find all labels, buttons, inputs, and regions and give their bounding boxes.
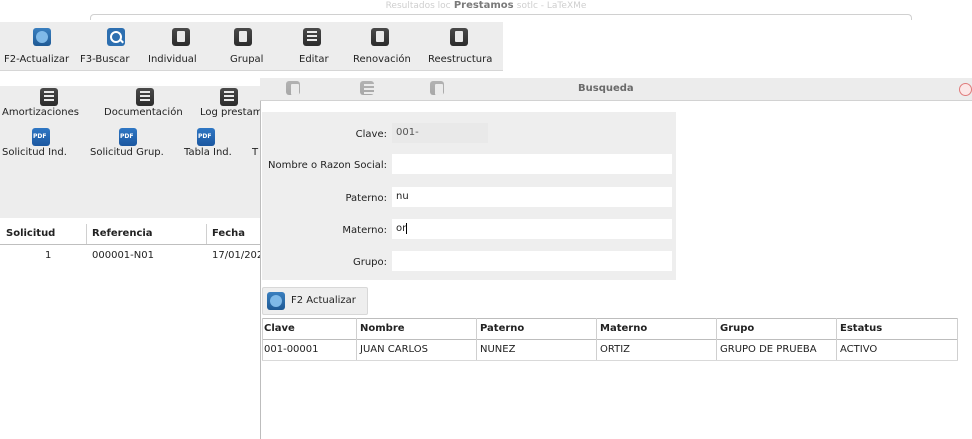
solicitud-grup-button[interactable]: Solicitud Grup.: [88, 126, 166, 162]
f2-refresh-label: F2 Actualizar: [291, 295, 356, 306]
column-solicitud[interactable]: Solicitud: [6, 228, 55, 239]
edit-button[interactable]: Editar: [286, 22, 336, 70]
list-icon: [360, 81, 374, 95]
materno-label: Materno:: [342, 225, 387, 236]
solicitud-ind-button[interactable]: Solicitud Ind.: [0, 126, 78, 162]
window-title-suffix: sotlc - LaTeXMe: [516, 1, 587, 11]
pdf-icon: [119, 128, 137, 146]
solicitud-grup-label: Solicitud Grup.: [90, 147, 164, 158]
column-divider: [206, 224, 207, 244]
amortizaciones-label: Amortizaciones: [2, 107, 79, 118]
renovacion-button-label: Renovación: [353, 54, 411, 65]
grupal-button-label: Grupal: [230, 54, 264, 65]
nombre-label: Nombre o Razon Social:: [268, 160, 387, 171]
tabla-ind-button[interactable]: Tabla Ind.: [180, 126, 240, 162]
table-cell-fecha[interactable]: 17/01/2020: [212, 250, 262, 261]
log-prestamo-label: Log prestamo: [200, 107, 262, 118]
solicitud-ind-label: Solicitud Ind.: [2, 147, 67, 158]
refresh-button-label: F2-Actualizar: [4, 54, 70, 65]
close-icon[interactable]: [959, 83, 972, 96]
toolbar-area: [0, 172, 262, 218]
nombre-input[interactable]: [392, 154, 672, 174]
tabla-grup-label: T: [252, 147, 259, 158]
individual-button-label: Individual: [148, 54, 197, 65]
column-divider: [86, 224, 87, 244]
window-title-main: Prestamos: [453, 0, 514, 11]
search-button[interactable]: F3-Buscar: [78, 22, 140, 70]
amortizaciones-button[interactable]: Amortizaciones: [0, 86, 90, 122]
renovacion-button[interactable]: Renovación: [348, 22, 412, 70]
document-icon: [450, 28, 468, 46]
paterno-input[interactable]: nu: [392, 187, 672, 207]
refresh-icon: [267, 292, 285, 310]
tabla-ind-label: Tabla Ind.: [184, 147, 232, 158]
list-icon: [136, 88, 154, 106]
document-icon: [371, 28, 389, 46]
clave-label: Clave:: [355, 129, 387, 140]
reestructura-button[interactable]: Reestructura: [422, 22, 498, 70]
reestructura-button-label: Reestructura: [428, 54, 493, 65]
reports-toolbar: Amortizaciones Documentación Log prestam…: [0, 86, 262, 122]
search-icon: [107, 28, 125, 46]
individual-button[interactable]: Individual: [144, 22, 200, 70]
window-frame: [90, 14, 912, 20]
table-cell-referencia[interactable]: 000001-N01: [92, 250, 154, 261]
edit-icon: [303, 28, 321, 46]
loans-table-header: Solicitud Referencia Fecha: [0, 224, 262, 245]
grupo-label: Grupo:: [352, 257, 387, 268]
search-form: Clave: 001- Nombre o Razon Social: Pater…: [262, 112, 676, 280]
cell-materno: ORTIZ: [600, 344, 630, 355]
cell-nombre: JUAN CARLOS: [360, 344, 428, 355]
document-icon: [430, 81, 444, 95]
column-fecha[interactable]: Fecha: [212, 228, 245, 239]
documentacion-label: Documentación: [104, 107, 183, 118]
window-title: Resultados loc Prestamos sotlc - LaTeXMe: [0, 0, 972, 14]
table-cell-solicitud[interactable]: 1: [45, 250, 51, 261]
pdf-icon: [32, 128, 50, 146]
main-toolbar: F2-Actualizar F3-Buscar Individual Grupa…: [0, 22, 503, 71]
pdf-icon: [197, 128, 215, 146]
search-button-label: F3-Buscar: [80, 54, 130, 65]
cell-paterno: NUNEZ: [480, 344, 516, 355]
materno-value: or: [396, 223, 408, 234]
refresh-button[interactable]: F2-Actualizar: [0, 22, 74, 70]
list-icon: [40, 88, 58, 106]
cell-grupo: GRUPO DE PRUEBA: [720, 344, 817, 355]
log-prestamo-button[interactable]: Log prestamo: [198, 86, 262, 122]
clave-input[interactable]: 001-: [392, 123, 488, 143]
document-icon: [234, 28, 252, 46]
edit-icon: [286, 81, 300, 95]
pdf-toolbar: Solicitud Ind. Solicitud Grup. Tabla Ind…: [0, 122, 262, 173]
edit-button-label: Editar: [299, 54, 329, 65]
paterno-label: Paterno:: [345, 193, 387, 204]
cell-clave: 001-00001: [264, 344, 319, 355]
grupo-input[interactable]: [392, 251, 672, 271]
f2-refresh-button[interactable]: F2 Actualizar: [262, 287, 368, 315]
cell-estatus: ACTIVO: [840, 344, 878, 355]
search-dialog-titlebar: Busqueda: [260, 78, 972, 101]
documentacion-button[interactable]: Documentación: [100, 86, 186, 122]
column-referencia[interactable]: Referencia: [92, 228, 153, 239]
window-title-prefix: Resultados loc: [385, 1, 451, 11]
table-row[interactable]: 001-00001 JUAN CARLOS NUNEZ ORTIZ GRUPO …: [262, 339, 958, 361]
grupal-button[interactable]: Grupal: [204, 22, 264, 70]
document-icon: [172, 28, 190, 46]
refresh-icon: [33, 28, 51, 46]
materno-input[interactable]: or: [392, 219, 672, 239]
list-icon: [220, 88, 238, 106]
search-dialog-title: Busqueda: [578, 83, 634, 94]
